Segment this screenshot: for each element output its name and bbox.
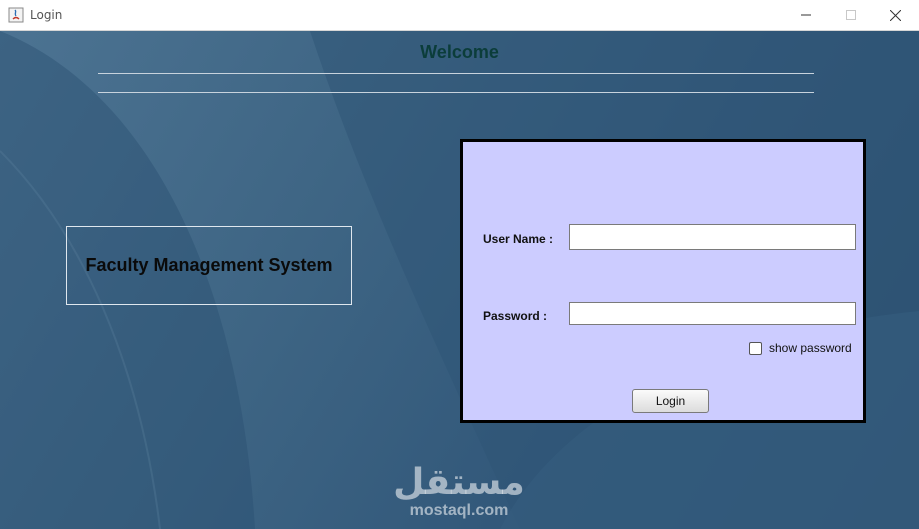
window-title: Login [30, 8, 63, 22]
close-icon [890, 9, 901, 21]
show-password-toggle[interactable]: show password [749, 341, 852, 355]
password-input[interactable] [569, 302, 856, 325]
header-divider-bottom [98, 92, 814, 93]
minimize-button[interactable] [783, 0, 828, 30]
window-content: Welcome Faculty Management System User N… [0, 31, 919, 529]
java-app-icon [8, 7, 24, 23]
system-name-panel: Faculty Management System [66, 226, 352, 305]
title-bar: Login [0, 0, 919, 31]
password-label: Password : [483, 309, 548, 323]
show-password-label: show password [769, 341, 852, 355]
mostaql-watermark: مستقل mostaql.com [381, 465, 537, 521]
login-button[interactable]: Login [632, 389, 709, 413]
minimize-icon [800, 14, 811, 16]
system-name: Faculty Management System [85, 255, 333, 275]
show-password-checkbox[interactable] [749, 341, 762, 355]
maximize-icon [845, 10, 856, 20]
watermark-arabic: مستقل [393, 462, 525, 503]
username-input[interactable] [569, 224, 856, 250]
welcome-heading: Welcome [420, 42, 499, 62]
login-window: Login Welcome Faculty Management System … [0, 0, 919, 529]
close-button[interactable] [873, 0, 918, 30]
username-label: User Name : [483, 232, 554, 246]
watermark-latin: mostaql.com [409, 502, 509, 519]
login-form-panel: User Name : Password : show password Log… [460, 139, 866, 423]
header-divider-top [98, 73, 814, 74]
maximize-button[interactable] [828, 0, 873, 30]
